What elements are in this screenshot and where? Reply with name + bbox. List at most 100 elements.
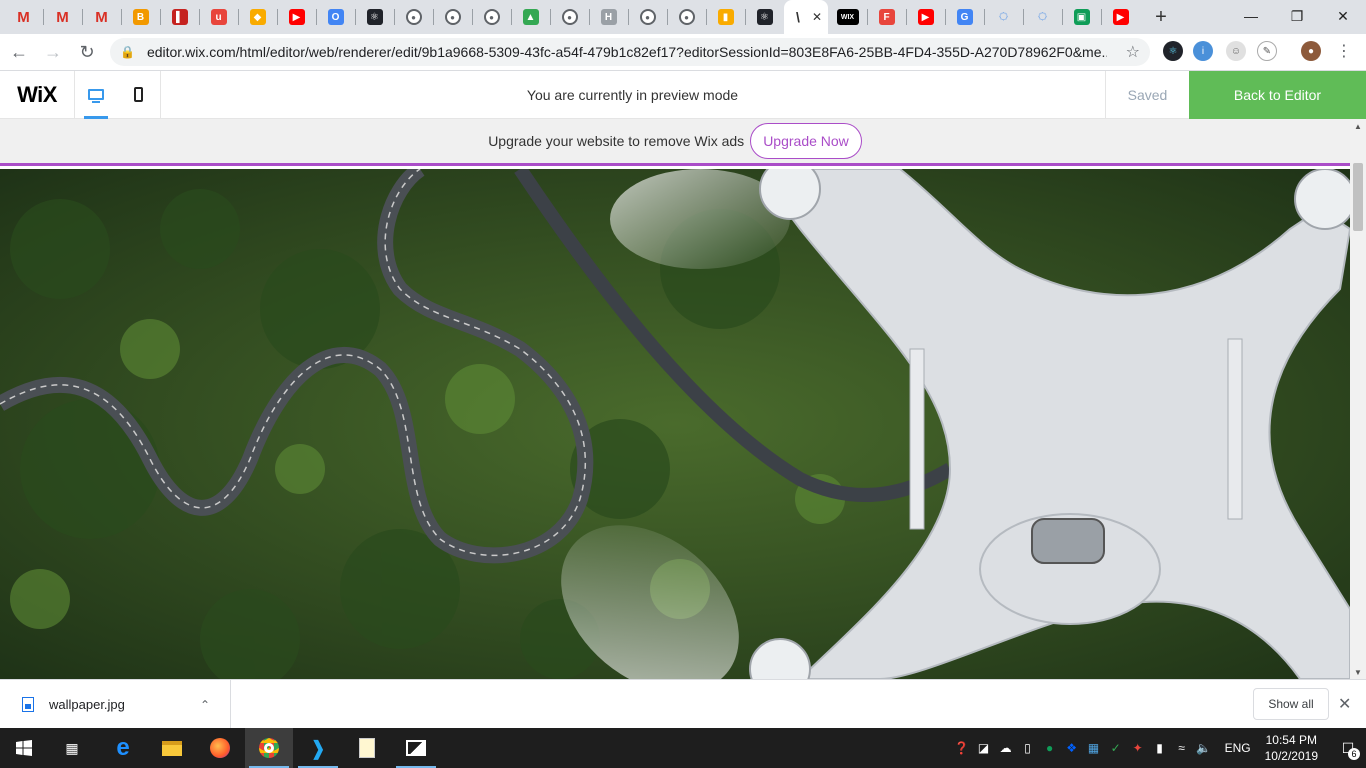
extension-icon[interactable]: i <box>1193 41 1213 61</box>
browser-tab[interactable]: ▶ <box>277 0 316 34</box>
browser-tab[interactable]: B <box>121 0 160 34</box>
github-icon: ● <box>444 9 461 25</box>
blue-app-icon[interactable]: ▦ <box>1083 728 1105 768</box>
minimize-button[interactable]: — <box>1228 0 1274 32</box>
show-all-button[interactable]: Show all <box>1253 688 1329 720</box>
help-icon[interactable]: ❓ <box>951 728 973 768</box>
wifi-icon[interactable]: ≈ <box>1171 728 1193 768</box>
security-icon[interactable]: ◪ <box>973 728 995 768</box>
task-view-icon[interactable]: ▦ <box>48 728 96 768</box>
bookmark-star-icon[interactable]: ☆ <box>1126 42 1140 62</box>
profile-avatar[interactable]: ● <box>1301 41 1321 61</box>
volume-icon[interactable]: 🔈 <box>1193 728 1215 768</box>
react-icon: ⚛ <box>756 9 773 25</box>
browser-tab[interactable]: ● <box>550 0 589 34</box>
clock-date: 10/2/2019 <box>1264 749 1318 763</box>
react-icon: ⚛ <box>366 9 383 25</box>
browser-tab-active[interactable]: \ ✕ <box>784 0 828 34</box>
new-tab-button[interactable]: + <box>1146 2 1176 32</box>
back-to-editor-button[interactable]: Back to Editor <box>1189 70 1366 119</box>
browser-tab[interactable]: ⚛ <box>745 0 784 34</box>
browser-tab[interactable]: O <box>316 0 355 34</box>
photos-icon[interactable] <box>392 728 440 768</box>
desktop-view-button[interactable] <box>84 71 109 119</box>
browser-tab[interactable]: ▌ <box>160 0 199 34</box>
language-indicator[interactable]: ENG <box>1225 741 1251 755</box>
download-item[interactable]: wallpaper.jpg ⌃ <box>0 680 231 729</box>
close-window-button[interactable]: ✕ <box>1320 0 1366 32</box>
browser-tab[interactable]: ◌ <box>984 0 1023 34</box>
dropbox-icon[interactable]: ❖ <box>1061 728 1083 768</box>
tree-icon: ▲ <box>522 9 539 25</box>
loading-icon: \ <box>796 9 800 25</box>
back-arrow-icon[interactable]: ← <box>4 37 34 67</box>
github-icon: ● <box>639 9 656 25</box>
vscode-icon[interactable]: ❱ <box>294 728 342 768</box>
chrome-like-icon: O <box>327 9 344 25</box>
image-file-icon <box>22 697 34 712</box>
browser-tab[interactable]: ▲ <box>511 0 550 34</box>
scroll-down-arrow-icon[interactable]: ▼ <box>1354 668 1362 677</box>
browser-tab[interactable]: ▶ <box>1101 0 1140 34</box>
maximize-button[interactable]: ❐ <box>1274 0 1320 32</box>
desktop-icon <box>88 89 105 103</box>
browser-tab[interactable]: ● <box>433 0 472 34</box>
windows-start-icon[interactable] <box>0 728 48 768</box>
extension-icon[interactable]: ☺ <box>1226 41 1246 61</box>
reload-icon[interactable]: ↻ <box>72 37 102 67</box>
address-bar[interactable]: 🔒 editor.wix.com/html/editor/web/rendere… <box>110 38 1150 66</box>
onedrive-icon[interactable]: ☁ <box>995 728 1017 768</box>
scroll-up-arrow-icon[interactable]: ▲ <box>1354 122 1362 131</box>
browser-tab[interactable]: ● <box>472 0 511 34</box>
loading-icon: ◌ <box>1037 8 1048 25</box>
url-text[interactable]: editor.wix.com/html/editor/web/renderer/… <box>147 44 1107 60</box>
sync-icon[interactable]: ✓ <box>1105 728 1127 768</box>
mobile-view-button[interactable] <box>127 71 151 119</box>
system-tray: ❓ ◪ ☁ ▯ ● ❖ ▦ ✓ ✦ ▮ ≈ 🔈 ENG 10:54 PM 10/… <box>951 728 1366 768</box>
page-scrollbar[interactable]: ▲ ▼ <box>1350 119 1366 679</box>
forward-arrow-icon[interactable]: → <box>38 37 68 67</box>
browser-tab[interactable]: WIX <box>828 0 867 34</box>
browser-tab[interactable]: ⚛ <box>355 0 394 34</box>
browser-tab[interactable]: H <box>589 0 628 34</box>
chrome-icon[interactable] <box>245 728 293 768</box>
wix-icon: WIX <box>836 9 859 25</box>
network-tool-icon[interactable]: ✦ <box>1127 728 1149 768</box>
browser-tab[interactable]: M <box>82 0 121 34</box>
browser-tab[interactable]: ▣ <box>1062 0 1101 34</box>
usb-icon[interactable]: ▯ <box>1017 728 1039 768</box>
browser-tab[interactable]: ● <box>667 0 706 34</box>
browser-tab[interactable]: ◆ <box>238 0 277 34</box>
notepad-icon[interactable] <box>343 728 391 768</box>
browser-tab[interactable]: M <box>4 0 43 34</box>
battery-icon[interactable]: ▮ <box>1149 728 1171 768</box>
edge-icon[interactable]: e <box>99 728 147 768</box>
browser-tab[interactable]: ● <box>394 0 433 34</box>
browser-tab[interactable]: ● <box>628 0 667 34</box>
upgrade-now-button[interactable]: Upgrade Now <box>750 123 862 159</box>
notification-center-icon[interactable]: ☐ 6 <box>1330 728 1366 768</box>
gmail-icon: M <box>95 8 108 26</box>
browser-tab[interactable]: M <box>43 0 82 34</box>
github-icon: ● <box>561 9 578 25</box>
browser-tab[interactable]: ▮ <box>706 0 745 34</box>
youtube-icon: ▶ <box>288 9 305 25</box>
react-devtools-icon[interactable]: ⚛ <box>1163 41 1183 61</box>
browser-tab[interactable]: ◌ <box>1023 0 1062 34</box>
menu-icon[interactable]: ⋮ <box>1334 41 1354 61</box>
browser-tab[interactable]: ▶ <box>906 0 945 34</box>
close-download-bar-icon[interactable]: ✕ <box>1338 694 1351 714</box>
browser-tab[interactable]: G <box>945 0 984 34</box>
close-tab-icon[interactable]: ✕ <box>812 10 822 24</box>
firefox-icon[interactable] <box>196 728 244 768</box>
clock[interactable]: 10:54 PM 10/2/2019 <box>1265 732 1318 764</box>
browser-tab[interactable]: F <box>867 0 906 34</box>
green-app-icon[interactable]: ● <box>1039 728 1061 768</box>
browser-tab[interactable]: u <box>199 0 238 34</box>
scroll-thumb[interactable] <box>1353 163 1363 231</box>
extension-icon[interactable]: ✎ <box>1257 41 1277 61</box>
chevron-up-icon[interactable]: ⌃ <box>200 698 210 712</box>
file-explorer-icon[interactable] <box>148 728 196 768</box>
red-script-icon: u <box>210 9 227 25</box>
tab-list: M M M B ▌ u ◆ ▶ O ⚛ ● ● ● ▲ ● H ● ● ▮ ⚛ \ ✕ WIX F ▶ G ◌ ◌ ▣ ▶ + <box>0 0 1176 34</box>
